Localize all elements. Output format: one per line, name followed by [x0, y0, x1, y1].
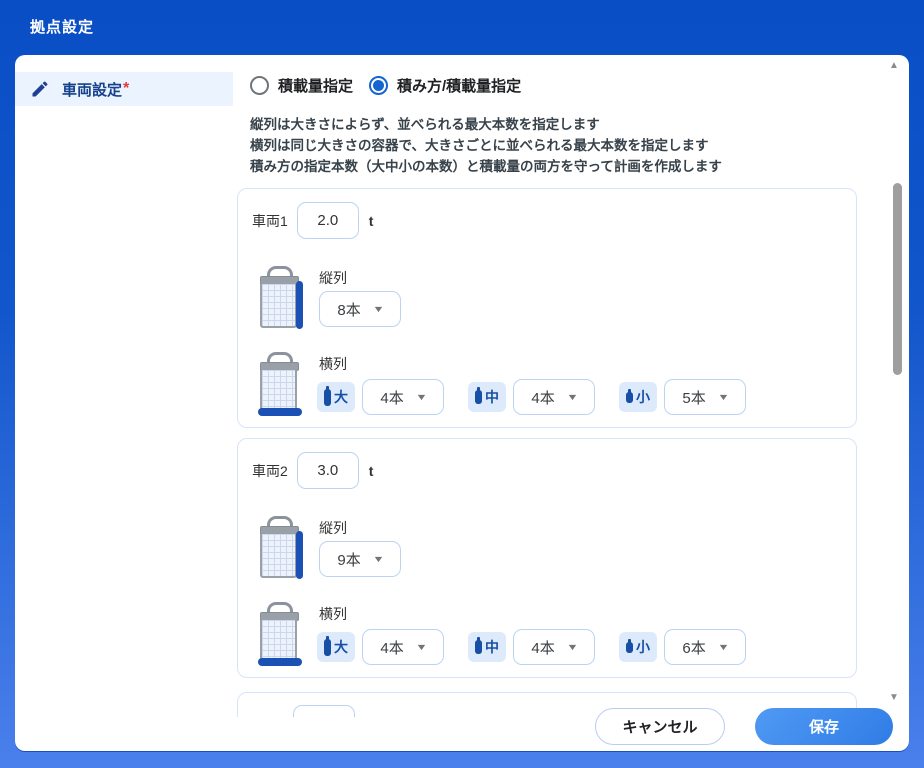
- save-button[interactable]: 保存: [755, 708, 893, 745]
- dropdown-value: 4本: [531, 637, 554, 658]
- size-group-large: 大 4本 ▼: [317, 379, 444, 415]
- vehicle-card-1: 車両1 t 縦列 8本 ▼ 横列 大: [237, 188, 857, 428]
- settings-dialog: 車両設定 * 積載量指定 積み方/積載量指定 縦列は大きさによらず、並べられる最…: [15, 55, 909, 751]
- size-group-medium: 中 4本 ▼: [468, 379, 595, 415]
- radio-selected-icon[interactable]: [369, 76, 388, 95]
- description-text: 縦列は大きさによらず、並べられる最大本数を指定します 横列は同じ大きさの容器で、…: [250, 114, 722, 177]
- chevron-down-icon: ▼: [372, 554, 384, 564]
- dropdown-value: 5本: [682, 387, 705, 408]
- required-mark: *: [123, 80, 129, 98]
- radio-unselected-icon[interactable]: [250, 76, 269, 95]
- row-count-dropdown-small[interactable]: 5本 ▼: [664, 379, 746, 415]
- row-count-dropdown-large[interactable]: 4本 ▼: [362, 379, 444, 415]
- size-badge-small: 小: [619, 382, 657, 412]
- row-label: 横列: [319, 354, 347, 374]
- horizontal-row-crate-icon: [258, 602, 304, 666]
- sidebar-item-label: 車両設定: [62, 79, 122, 100]
- vehicle-weight-input[interactable]: [297, 452, 359, 489]
- dropdown-value: 4本: [380, 637, 403, 658]
- scrollbar-up-arrow[interactable]: ▲: [887, 61, 901, 71]
- row-count-dropdown-small[interactable]: 6本 ▼: [664, 629, 746, 665]
- description-line: 縦列は大きさによらず、並べられる最大本数を指定します: [250, 114, 722, 135]
- radio-option-stacking-capacity[interactable]: 積み方/積載量指定: [369, 75, 521, 96]
- size-label: 小: [636, 387, 650, 407]
- radio-option-capacity[interactable]: 積載量指定: [250, 75, 353, 96]
- scrollbar-thumb[interactable]: [893, 183, 902, 375]
- size-label: 大: [334, 387, 348, 407]
- vehicle-card-2: 車両2 t 縦列 9本 ▼ 横列 大: [237, 438, 857, 678]
- size-badge-medium: 中: [468, 632, 506, 662]
- column-label: 縦列: [319, 268, 347, 288]
- row-count-dropdown-large[interactable]: 4本 ▼: [362, 629, 444, 665]
- vehicle-settings-panel: 積載量指定 積み方/積載量指定 縦列は大きさによらず、並べられる最大本数を指定し…: [233, 55, 889, 717]
- cylinder-small-icon: [626, 642, 633, 653]
- column-label: 縦列: [319, 518, 347, 538]
- vehicle-label: 車両2: [252, 461, 288, 481]
- size-group-small: 小 5本 ▼: [619, 379, 746, 415]
- sidebar-item-vehicle-settings[interactable]: 車両設定 *: [15, 72, 233, 106]
- chevron-down-icon: ▼: [717, 392, 729, 402]
- vertical-column-crate-icon: [258, 266, 304, 330]
- cancel-button[interactable]: キャンセル: [595, 708, 725, 745]
- vehicle-label: 車両1: [252, 211, 288, 231]
- row-count-dropdown-medium[interactable]: 4本 ▼: [513, 629, 595, 665]
- size-group-medium: 中 4本 ▼: [468, 629, 595, 665]
- radio-option-label: 積み方/積載量指定: [397, 75, 521, 96]
- weight-unit-label: t: [369, 463, 374, 479]
- row-size-controls: 大 4本 ▼ 中 4本 ▼: [317, 379, 746, 415]
- cylinder-large-icon: [324, 389, 331, 406]
- size-badge-large: 大: [317, 632, 355, 662]
- cylinder-medium-icon: [475, 640, 482, 654]
- vertical-column-crate-icon: [258, 516, 304, 580]
- pencil-icon: [30, 79, 50, 99]
- dialog-title: 拠点設定: [30, 16, 94, 37]
- cylinder-large-icon: [324, 639, 331, 656]
- row-label: 横列: [319, 604, 347, 624]
- vehicle-weight-row: 車両2 t: [252, 452, 373, 489]
- description-line: 横列は同じ大きさの容器で、大きさごとに並べられる最大本数を指定します: [250, 135, 722, 156]
- chevron-down-icon: ▼: [717, 642, 729, 652]
- vehicle-weight-input[interactable]: [297, 202, 359, 239]
- chevron-down-icon: ▼: [415, 392, 427, 402]
- row-size-controls: 大 4本 ▼ 中 4本 ▼: [317, 629, 746, 665]
- chevron-down-icon: ▼: [566, 642, 578, 652]
- dropdown-value: 6本: [682, 637, 705, 658]
- dropdown-value: 4本: [380, 387, 403, 408]
- size-badge-small: 小: [619, 632, 657, 662]
- size-label: 大: [334, 637, 348, 657]
- radio-option-label: 積載量指定: [278, 75, 353, 96]
- vehicle-weight-input[interactable]: [293, 705, 355, 717]
- size-label: 中: [485, 637, 499, 657]
- column-count-dropdown[interactable]: 9本 ▼: [319, 541, 401, 577]
- description-line: 積み方の指定本数（大中小の本数）と積載量の両方を守って計画を作成します: [250, 156, 722, 177]
- dropdown-value: 4本: [531, 387, 554, 408]
- weight-unit-label: t: [369, 213, 374, 229]
- cylinder-small-icon: [626, 392, 633, 403]
- cylinder-medium-icon: [475, 390, 482, 404]
- dropdown-value: 8本: [337, 299, 360, 320]
- chevron-down-icon: ▼: [372, 304, 384, 314]
- column-count-dropdown[interactable]: 8本 ▼: [319, 291, 401, 327]
- size-label: 小: [636, 637, 650, 657]
- size-badge-large: 大: [317, 382, 355, 412]
- row-count-dropdown-medium[interactable]: 4本 ▼: [513, 379, 595, 415]
- chevron-down-icon: ▼: [415, 642, 427, 652]
- load-mode-radio-group: 積載量指定 積み方/積載量指定: [250, 75, 521, 96]
- size-group-large: 大 4本 ▼: [317, 629, 444, 665]
- dropdown-value: 9本: [337, 549, 360, 570]
- size-group-small: 小 6本 ▼: [619, 629, 746, 665]
- horizontal-row-crate-icon: [258, 352, 304, 416]
- scrollbar-down-arrow[interactable]: ▼: [887, 693, 901, 703]
- size-badge-medium: 中: [468, 382, 506, 412]
- vehicle-weight-row: 車両1 t: [252, 202, 373, 239]
- size-label: 中: [485, 387, 499, 407]
- chevron-down-icon: ▼: [566, 392, 578, 402]
